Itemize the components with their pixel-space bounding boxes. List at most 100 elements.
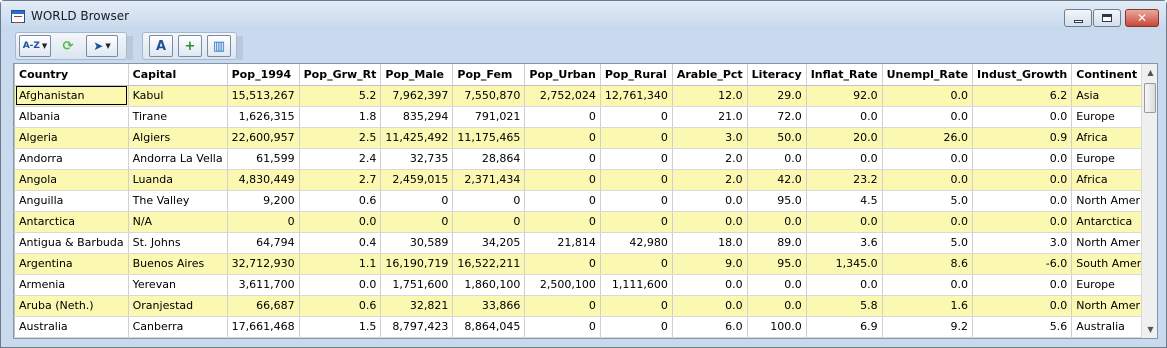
table-row[interactable]: Argentina Buenos Aires 32,712,930 1.1 16,190… <box>14 253 1157 275</box>
table-cell[interactable]: 3.6 <box>806 232 883 254</box>
table-row[interactable]: Algeria Algiers 22,600,957 2.5 11,425,492 11,… <box>14 127 1157 149</box>
table-cell[interactable]: 42.0 <box>747 169 807 191</box>
table-cell[interactable]: Antigua & Barbuda <box>14 232 129 254</box>
table-cell[interactable]: 95.0 <box>747 253 807 275</box>
table-cell[interactable]: 11,425,492 <box>380 127 454 149</box>
table-cell[interactable]: Antarctica <box>14 211 129 233</box>
table-cell[interactable]: Angola <box>14 169 129 191</box>
sort-filter-button[interactable]: A-Z ▼ <box>19 35 51 57</box>
table-cell[interactable]: 0.0 <box>806 106 883 128</box>
table-cell[interactable]: 16,522,211 <box>452 253 526 275</box>
table-cell[interactable]: 3,611,700 <box>227 274 300 296</box>
table-cell[interactable]: 21.0 <box>672 106 748 128</box>
table-row[interactable]: Antigua & Barbuda St. Johns 64,794 0.4 30,58… <box>14 232 1157 254</box>
column-header[interactable]: Inflat_Rate <box>806 64 883 86</box>
refresh-button[interactable]: ⟳ <box>56 35 80 57</box>
table-cell[interactable]: 1,860,100 <box>452 274 526 296</box>
table-cell[interactable]: Aruba (Neth.) <box>14 295 129 317</box>
table-cell[interactable]: 1,111,600 <box>600 274 673 296</box>
table-cell[interactable]: -6.0 <box>972 253 1073 275</box>
column-header[interactable]: Indust_Growth <box>972 64 1073 86</box>
toolbar-grip[interactable] <box>127 36 133 60</box>
table-cell[interactable]: 9,200 <box>227 190 300 212</box>
table-cell[interactable]: Australia <box>14 316 129 338</box>
table-cell[interactable]: 0 <box>524 295 601 317</box>
table-cell[interactable]: 6.0 <box>672 316 748 338</box>
table-cell[interactable]: 15,513,267 <box>227 85 300 107</box>
table-row[interactable]: Albania Tirane 1,626,315 1.8 835,294 791,021 0… <box>14 106 1157 128</box>
table-cell[interactable]: 16,190,719 <box>380 253 454 275</box>
table-cell[interactable]: 34,205 <box>452 232 526 254</box>
table-cell[interactable]: 20.0 <box>806 127 883 149</box>
table-cell[interactable]: 2.5 <box>299 127 382 149</box>
table-cell[interactable]: 0.0 <box>972 295 1073 317</box>
table-cell[interactable]: 0 <box>380 190 454 212</box>
table-cell[interactable]: 32,712,930 <box>227 253 300 275</box>
column-header[interactable]: Pop_Male <box>380 64 454 86</box>
table-cell[interactable]: 0.0 <box>672 190 748 212</box>
table-cell[interactable] <box>600 337 673 338</box>
table-cell[interactable]: 42,980 <box>600 232 673 254</box>
table-cell[interactable]: 0.0 <box>972 169 1073 191</box>
table-cell[interactable]: 0.6 <box>299 190 382 212</box>
table-cell[interactable]: 0.4 <box>299 232 382 254</box>
table-cell[interactable]: 0.0 <box>299 211 382 233</box>
table-cell[interactable]: Luanda <box>128 169 228 191</box>
table-cell[interactable]: 1,626,315 <box>227 106 300 128</box>
table-cell[interactable]: 32,821 <box>380 295 454 317</box>
table-cell[interactable]: 5.2 <box>299 85 382 107</box>
table-row[interactable]: Antarctica N/A 0 0.0 0 0 0 0 0.0 0.0 0.0 0.0 0.0 Anta… <box>14 211 1157 233</box>
table-cell[interactable]: N/A <box>128 211 228 233</box>
table-cell[interactable]: 2.0 <box>672 148 748 170</box>
table-cell[interactable]: 5.0 <box>882 232 974 254</box>
table-cell[interactable]: 5.8 <box>806 295 883 317</box>
table-cell[interactable]: 6.2 <box>972 85 1073 107</box>
table-cell[interactable]: 0 <box>380 211 454 233</box>
data-grid[interactable]: Country Capital Pop_1994 Pop_Grw_Rt Pop_Male… <box>13 63 1158 339</box>
table-cell[interactable]: 7,962,397 <box>380 85 454 107</box>
table-cell[interactable]: 0 <box>600 190 673 212</box>
table-cell[interactable]: 5.0 <box>882 190 974 212</box>
table-cell[interactable]: 4.5 <box>806 190 883 212</box>
table-cell[interactable]: 0 <box>524 148 601 170</box>
table-cell[interactable]: 2,459,015 <box>380 169 454 191</box>
minimize-button[interactable] <box>1064 9 1092 27</box>
table-cell[interactable]: 8,864,045 <box>452 316 526 338</box>
table-cell[interactable]: 2.0 <box>672 169 748 191</box>
table-cell[interactable] <box>672 337 748 338</box>
table-cell[interactable] <box>806 337 883 338</box>
table-cell[interactable]: 66,687 <box>227 295 300 317</box>
table-cell[interactable]: 9.2 <box>882 316 974 338</box>
table-cell[interactable] <box>972 337 1073 338</box>
table-cell[interactable]: 61,599 <box>227 148 300 170</box>
column-header[interactable]: Literacy <box>747 64 807 86</box>
column-header[interactable]: Pop_Rural <box>600 64 673 86</box>
table-cell[interactable]: 0.0 <box>882 85 974 107</box>
table-cell[interactable]: 9.0 <box>672 253 748 275</box>
table-cell[interactable]: Yerevan <box>128 274 228 296</box>
table-cell[interactable]: Tirane <box>128 106 228 128</box>
title-bar[interactable]: WORLD Browser ✕ <box>1 1 1166 31</box>
table-cell[interactable]: Andorra <box>14 148 129 170</box>
table-cell[interactable]: 23.2 <box>806 169 883 191</box>
table-cell[interactable]: 6.9 <box>806 316 883 338</box>
table-row[interactable]: Anguilla The Valley 9,200 0.6 0 0 0 0 0.0 95.0 4.5… <box>14 190 1157 212</box>
column-header[interactable]: Pop_1994 <box>227 64 300 86</box>
table-row[interactable]: Armenia Yerevan 3,611,700 0.0 1,751,600 1,860… <box>14 274 1157 296</box>
table-row[interactable]: Angola Luanda 4,830,449 2.7 2,459,015 2,371,4… <box>14 169 1157 191</box>
table-cell[interactable]: 0.0 <box>972 274 1073 296</box>
table-cell[interactable]: 2,500,100 <box>524 274 601 296</box>
table-cell[interactable]: 0.0 <box>882 169 974 191</box>
toolbar-grip[interactable] <box>237 36 243 60</box>
table-cell[interactable]: 29.0 <box>747 85 807 107</box>
table-cell[interactable]: 0.0 <box>972 211 1073 233</box>
column-header[interactable]: Country <box>14 64 129 86</box>
table-cell[interactable]: 5.6 <box>972 316 1073 338</box>
scroll-down-icon[interactable]: ▼ <box>1142 321 1157 338</box>
table-cell[interactable]: 8,797,423 <box>380 316 454 338</box>
vertical-scrollbar[interactable]: ▲ ▼ <box>1141 64 1157 338</box>
table-cell[interactable]: 0.0 <box>882 211 974 233</box>
table-cell[interactable]: 3.0 <box>972 232 1073 254</box>
table-cell[interactable]: 33,866 <box>452 295 526 317</box>
table-cell[interactable]: 11,175,465 <box>452 127 526 149</box>
